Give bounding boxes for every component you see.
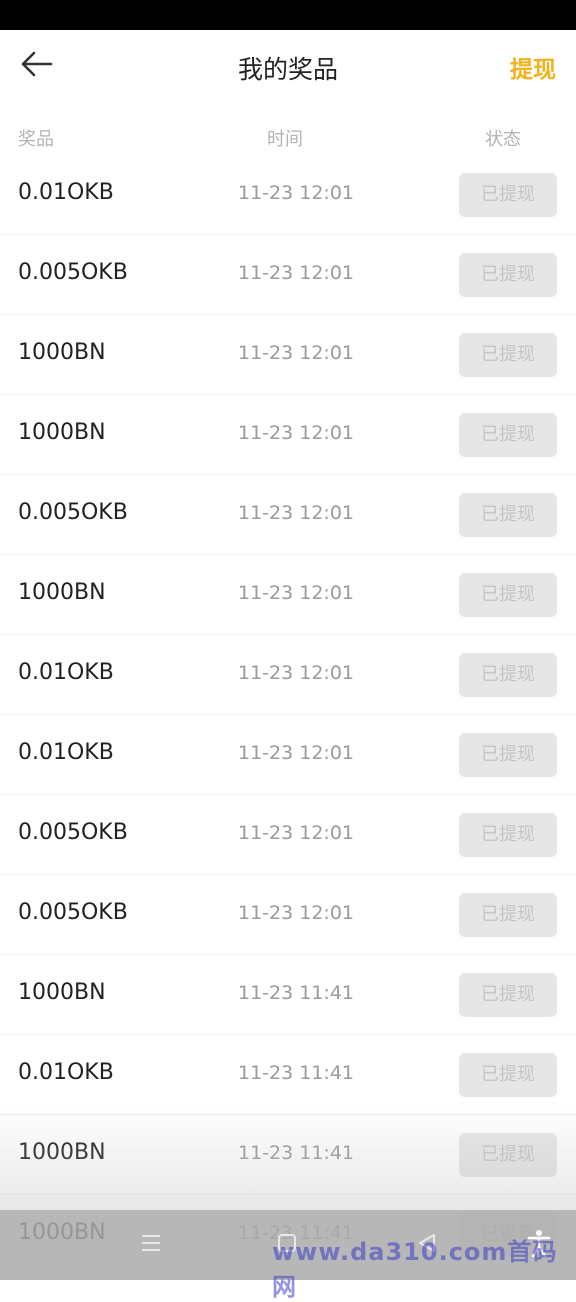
prize-time: 11-23 12:01: [238, 822, 355, 844]
list-item: 0.01OKB 11-23 12:01 已提现: [0, 635, 576, 715]
prize-time: 11-23 12:01: [238, 742, 355, 764]
prize-time: 11-23 12:01: [238, 262, 355, 284]
status-badge: 已提现: [459, 1133, 557, 1177]
prize-time: 11-23 12:01: [238, 662, 355, 684]
list-item: 0.01OKB 11-23 12:01 已提现: [0, 715, 576, 795]
status-badge: 已提现: [459, 733, 557, 777]
status-bar: [0, 0, 576, 30]
top-bar: 我的奖品 提现: [0, 30, 576, 102]
list-item: 1000BN 11-23 11:41 已提现: [0, 1115, 576, 1195]
page-title: 我的奖品: [237, 55, 338, 84]
list-item: 0.01OKB 11-23 11:41 已提现: [0, 1035, 576, 1115]
status-badge: 已提现: [459, 173, 557, 217]
prize-name: 1000BN: [18, 420, 106, 445]
list-item: 1000BN 11-23 12:01 已提现: [0, 315, 576, 395]
status-badge: 已提现: [459, 653, 557, 697]
prize-name: 0.01OKB: [18, 1060, 114, 1085]
prize-name: 1000BN: [18, 580, 106, 605]
status-badge: 已提现: [459, 973, 557, 1017]
prize-time: 11-23 12:01: [238, 502, 355, 524]
status-badge: 已提现: [459, 333, 557, 377]
list-item: 1000BN 11-23 12:01 已提现: [0, 395, 576, 475]
status-badge: 已提现: [459, 813, 557, 857]
column-header: 奖品 时间 状态: [0, 115, 576, 159]
column-header-time: 时间: [267, 129, 303, 150]
list-item: 0.01OKB 11-23 12:01 已提现: [0, 155, 576, 235]
list-item: 0.005OKB 11-23 12:01 已提现: [0, 875, 576, 955]
prize-name: 0.005OKB: [18, 260, 128, 285]
status-badge: 已提现: [459, 1053, 557, 1097]
prize-name: 0.005OKB: [18, 820, 128, 845]
prize-name: 1000BN: [18, 340, 106, 365]
prize-name: 0.005OKB: [18, 900, 128, 925]
list-item: 0.005OKB 11-23 12:01 已提现: [0, 795, 576, 875]
prize-name: 0.005OKB: [18, 500, 128, 525]
list-item: 0.005OKB 11-23 12:01 已提现: [0, 475, 576, 555]
list-item: 0.005OKB 11-23 12:01 已提现: [0, 235, 576, 315]
prize-time: 11-23 12:01: [238, 902, 355, 924]
status-badge: 已提现: [459, 413, 557, 457]
list-item: 1000BN 11-23 11:41 已提现: [0, 955, 576, 1035]
prize-name: 0.01OKB: [18, 180, 114, 205]
status-badge: 已提现: [459, 253, 557, 297]
prize-time: 11-23 12:01: [238, 182, 355, 204]
withdraw-link[interactable]: 提现: [510, 50, 556, 84]
status-badge: 已提现: [459, 893, 557, 937]
status-badge: 已提现: [459, 573, 557, 617]
prize-time: 11-23 11:41: [238, 982, 355, 1004]
column-header-prize: 奖品: [18, 129, 54, 150]
menu-icon: [140, 1233, 162, 1257]
column-header-status: 状态: [485, 129, 521, 150]
nav-menu-button[interactable]: [134, 1228, 168, 1262]
prize-name: 0.01OKB: [18, 740, 114, 765]
list-item: 1000BN 11-23 12:01 已提现: [0, 555, 576, 635]
prize-name: 0.01OKB: [18, 660, 114, 685]
prize-name: 1000BN: [18, 1140, 106, 1165]
prize-time: 11-23 11:41: [238, 1062, 355, 1084]
prize-name: 1000BN: [18, 980, 106, 1005]
prize-time: 11-23 11:41: [238, 1142, 355, 1164]
watermark-text: www.da310.com首码网: [272, 1238, 558, 1301]
prize-time: 11-23 12:01: [238, 582, 355, 604]
prize-time: 11-23 12:01: [238, 422, 355, 444]
prize-list: 0.01OKB 11-23 12:01 已提现 0.005OKB 11-23 12:01…: [0, 155, 576, 1275]
status-badge: 已提现: [459, 493, 557, 537]
prize-time: 11-23 12:01: [238, 342, 355, 364]
